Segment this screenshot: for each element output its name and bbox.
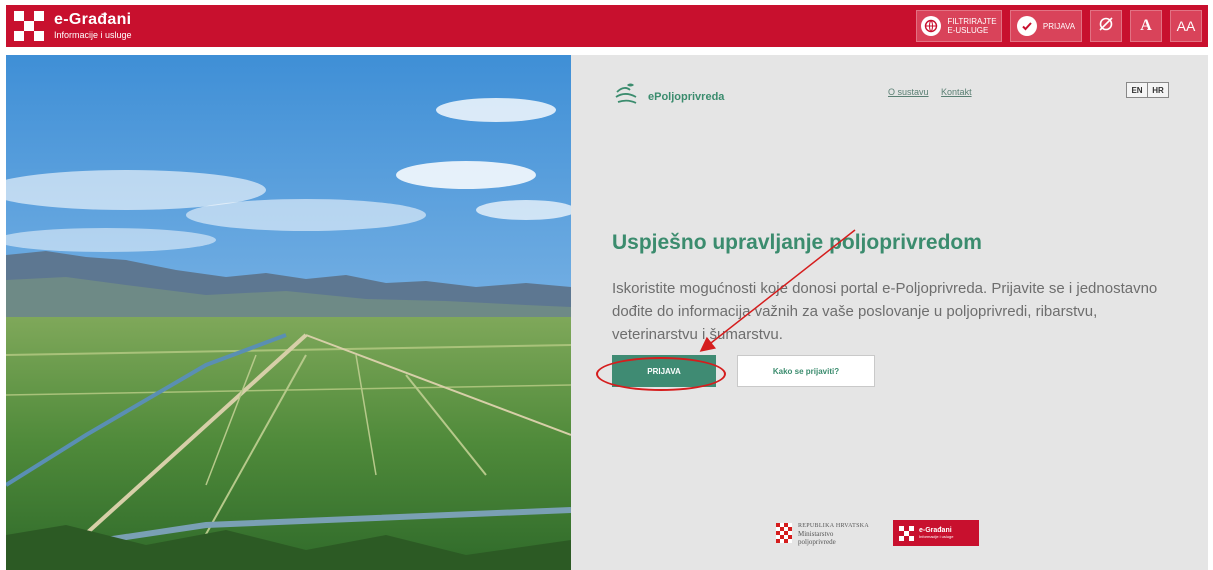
text-size-icon: AA [1176,18,1196,34]
annotation-highlight-ring [596,357,726,391]
ministry-text: REPUBLIKA HRVATSKA Ministarstvo poljopri… [798,521,869,546]
header-login-button[interactable]: PRIJAVA [1010,10,1082,42]
how-to-login-button[interactable]: Kako se prijaviti? [737,355,875,387]
filter-label: FILTRIRAJTE E-USLUGE [947,17,996,35]
language-hr-button[interactable]: HR [1148,82,1169,98]
language-switcher: EN HR [1126,82,1169,98]
font-icon: A [1140,17,1152,34]
filter-label-line1: FILTRIRAJTE [947,17,997,26]
footer-logos: REPUBLIKA HRVATSKA Ministarstvo poljopri… [776,520,979,546]
ministry-line2: Ministarstvo [798,529,834,538]
nav-about-link[interactable]: O sustavu [888,87,929,97]
egradjani-footer-text: e-Građani Informacije i usluge [919,527,953,539]
hero-landscape-image [6,55,571,570]
nav-contact-link[interactable]: Kontakt [941,87,972,97]
intro-text: Iskoristite mogućnosti koje donosi porta… [612,280,1158,343]
egradjani-brand-link[interactable]: e-Građani Informacije i usluge [14,11,132,41]
globe-filter-icon [921,16,942,36]
ministry-line3: poljoprivrede [798,537,836,546]
croatian-coat-of-arms-icon [776,523,792,543]
page-headline: Uspješno upravljanje poljoprivredom [612,231,982,254]
visibility-toggle-button[interactable] [1090,10,1122,42]
portal-name: ePoljoprivreda [648,90,725,103]
font-toggle-button[interactable]: A [1130,10,1162,42]
top-actions: FILTRIRAJTE E-USLUGE PRIJAVA A AA [908,10,1202,42]
leaf-field-icon [614,82,640,111]
egradjani-footer-logo[interactable]: e-Građani Informacije i usluge [893,520,979,546]
filter-services-button[interactable]: FILTRIRAJTE E-USLUGE [916,10,1002,42]
language-en-button[interactable]: EN [1126,82,1148,98]
portal-nav: O sustavu Kontakt [888,87,982,97]
filter-label-line2: E-USLUGE [947,26,989,35]
content-panel: ePoljoprivreda O sustavu Kontakt EN HR U… [571,55,1208,570]
eye-slash-icon [1097,15,1115,38]
ministry-line1: REPUBLIKA HRVATSKA [798,522,869,529]
egradjani-logo-icon [14,11,44,41]
egradjani-small-logo-icon [899,525,914,541]
text-size-button[interactable]: AA [1170,10,1202,42]
brand-subtitle: Informacije i usluge [54,30,132,40]
check-circle-icon [1016,16,1037,36]
brand-title: e-Građani [54,11,132,28]
egradjani-footer-subtitle: Informacije i usluge [919,534,954,539]
ministry-logo: REPUBLIKA HRVATSKA Ministarstvo poljopri… [776,521,869,546]
egradjani-footer-title: e-Građani [919,527,952,534]
top-bar: e-Građani Informacije i usluge FILTRIRAJ… [6,5,1208,47]
header-login-label: PRIJAVA [1042,21,1076,31]
portal-logo-link[interactable]: ePoljoprivreda [614,82,724,111]
brand-text: e-Građani Informacije i usluge [54,12,132,40]
